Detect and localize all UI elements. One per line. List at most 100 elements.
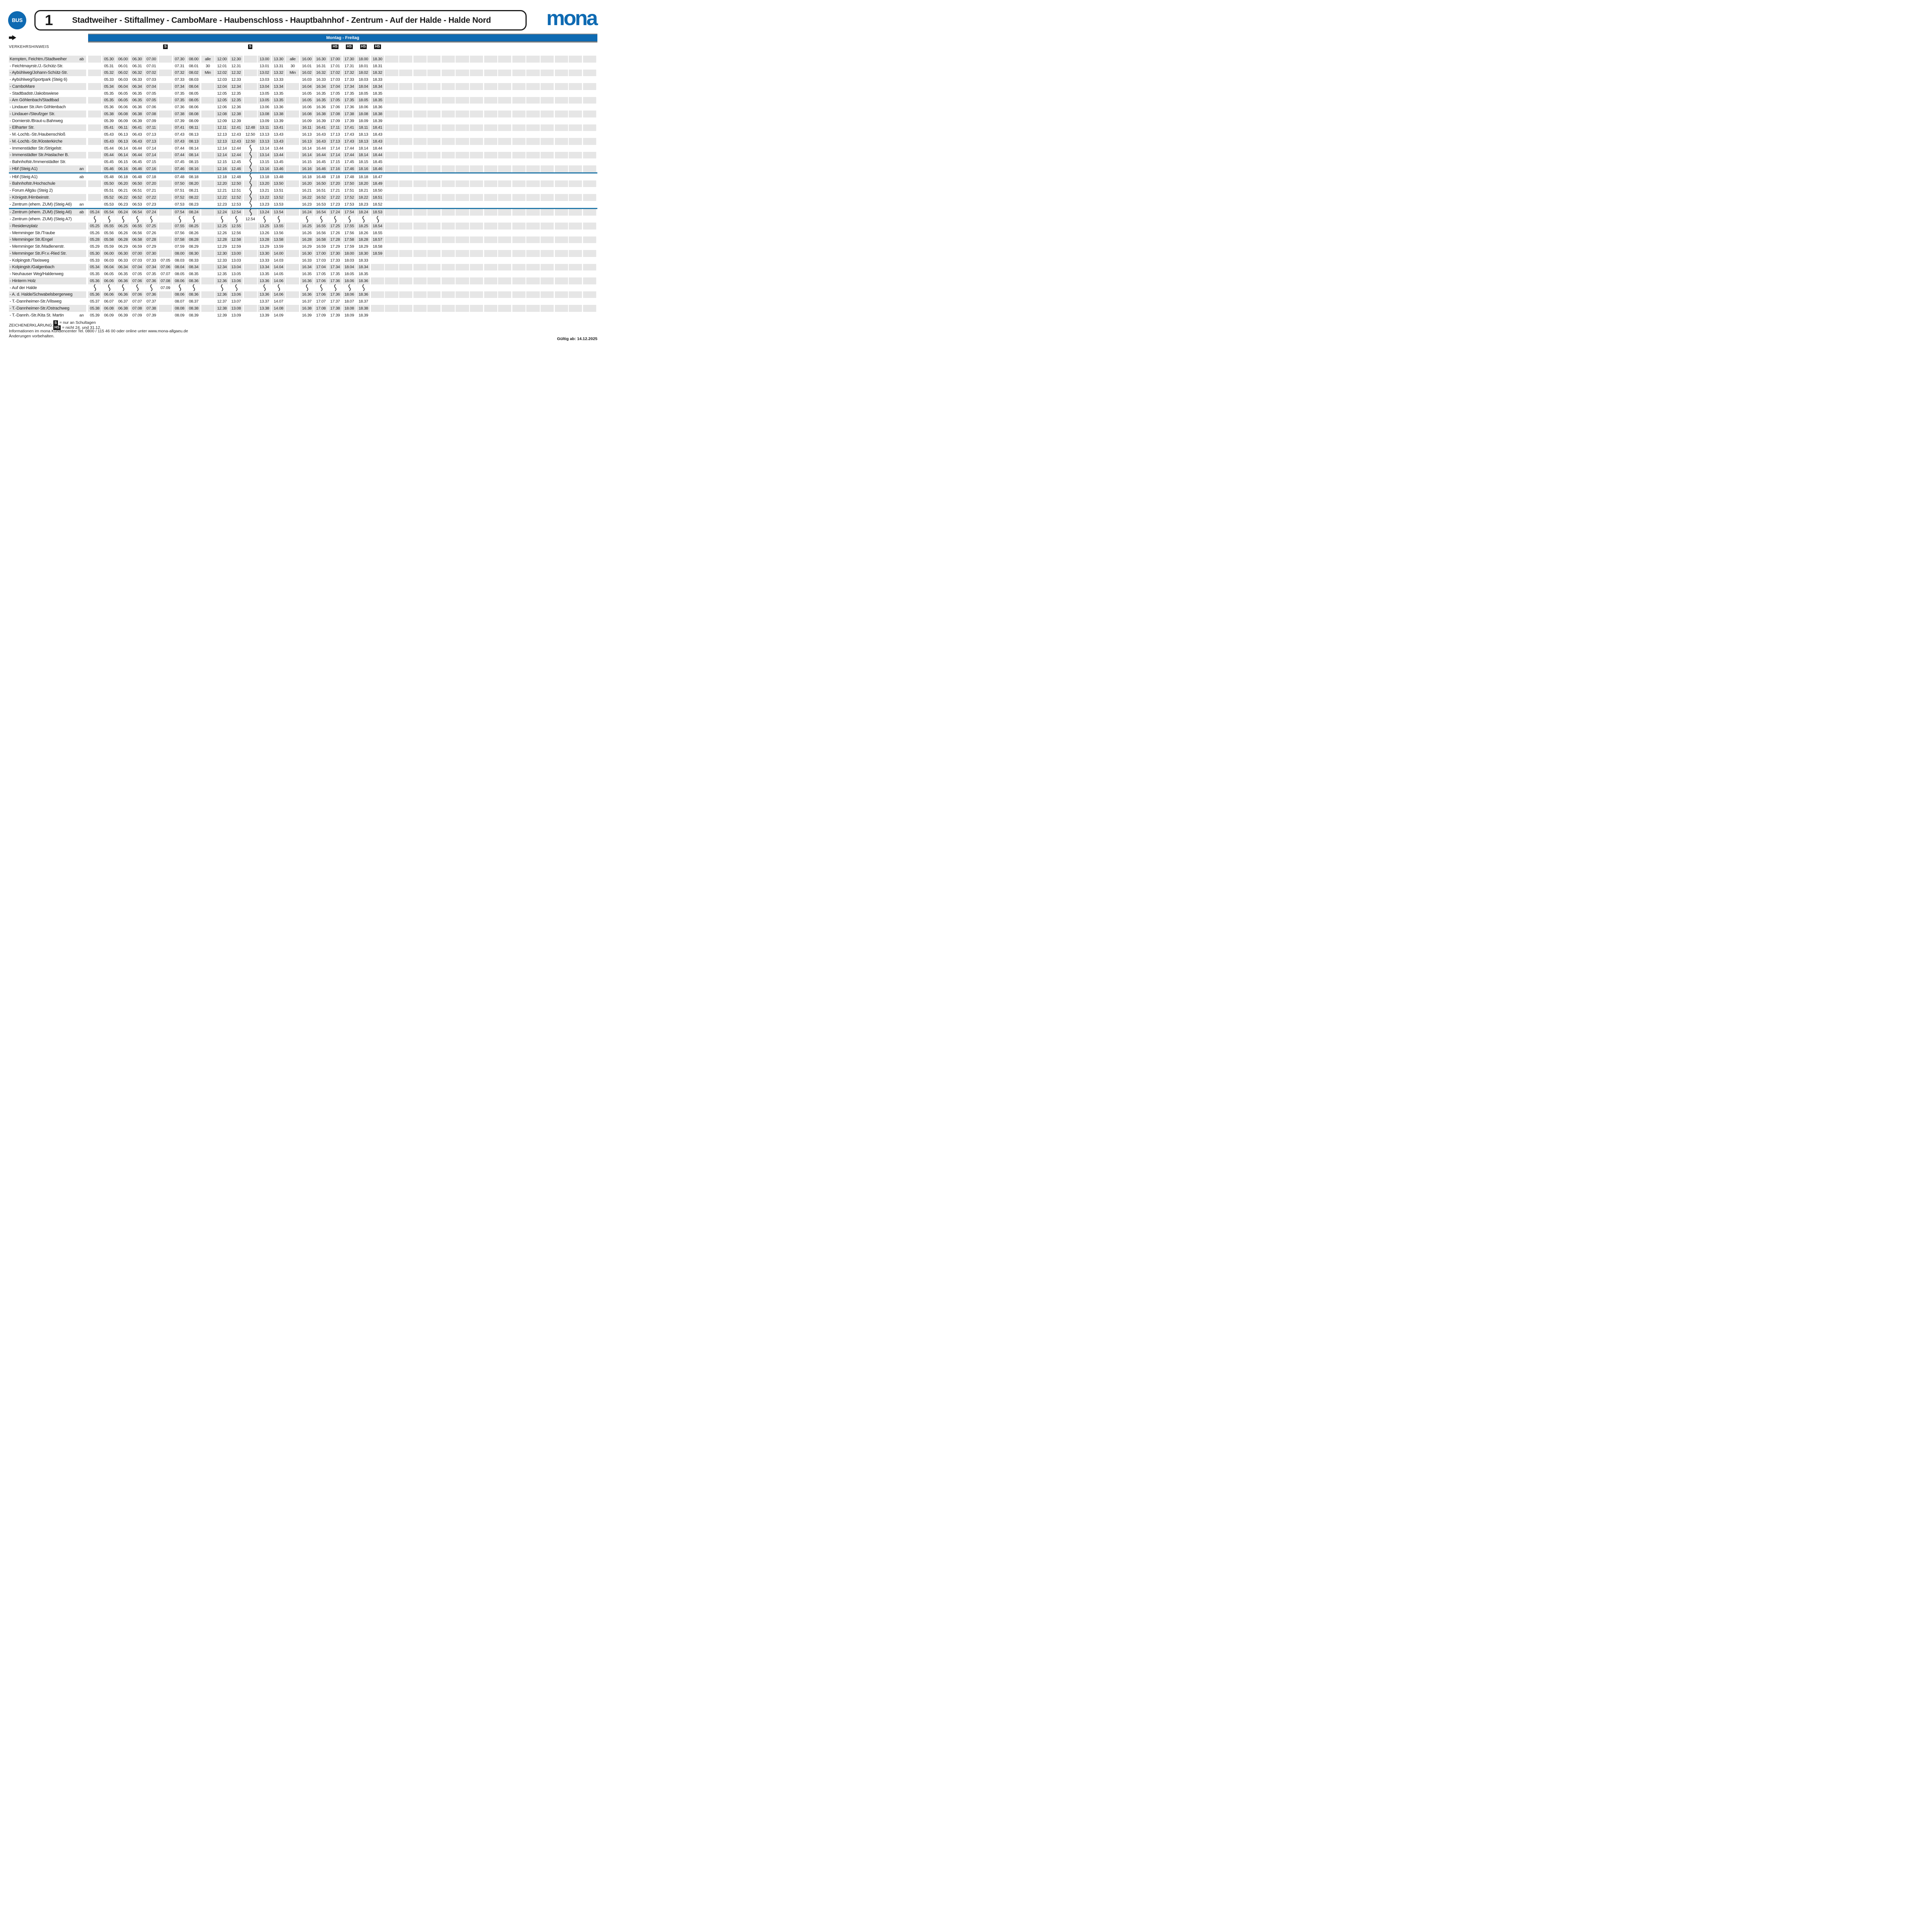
time-cell: 07.37	[145, 298, 158, 305]
empty-cell	[399, 76, 412, 83]
time-cell: 05.29	[88, 243, 101, 250]
time-cell: 13.05	[258, 97, 271, 104]
empty-cell	[159, 97, 172, 104]
empty-cell	[583, 312, 596, 319]
time-cell: 16.44	[315, 145, 328, 152]
time-cell: alle	[201, 56, 214, 63]
empty-cell	[512, 236, 526, 243]
time-cell: 07.25	[145, 223, 158, 230]
time-cell: 16.13	[300, 131, 313, 138]
empty-cell	[385, 180, 398, 187]
empty-cell	[555, 250, 568, 257]
empty-cell	[201, 97, 214, 104]
time-cell: 17.14	[328, 152, 342, 159]
time-cell: 07.06	[145, 104, 158, 111]
time-cell: 18.05	[343, 270, 356, 277]
skip-stop-cell	[300, 284, 313, 291]
time-cell: 16.48	[315, 174, 328, 180]
stop-name-cell: - T.-Dannh.-Str./Kita St. Martinan	[9, 312, 86, 319]
time-cell: 13.46	[272, 165, 285, 172]
empty-cell	[286, 257, 299, 264]
empty-cell	[456, 201, 469, 208]
empty-cell	[427, 138, 440, 145]
empty-cell	[442, 152, 455, 159]
empty-cell	[201, 174, 214, 180]
time-cell: 07.30	[145, 250, 158, 257]
empty-cell	[512, 90, 526, 97]
empty-cell	[555, 223, 568, 230]
empty-cell	[286, 152, 299, 159]
empty-cell	[484, 201, 497, 208]
time-cell: 07.13	[145, 131, 158, 138]
table-row: - CamboMare05.3406.0406.3407.0407.3408.0…	[9, 83, 597, 90]
empty-cell	[399, 257, 412, 264]
time-cell: 13.01	[258, 63, 271, 70]
time-cell: 06.34	[116, 264, 129, 271]
empty-cell	[512, 174, 526, 180]
skip-stop-cell	[88, 284, 101, 291]
empty-cell	[498, 63, 511, 70]
time-cell: 16.14	[300, 145, 313, 152]
time-cell: 06.29	[116, 243, 129, 250]
empty-cell	[385, 230, 398, 236]
empty-cell	[456, 223, 469, 230]
time-cell: 13.51	[272, 187, 285, 194]
empty-cell	[526, 250, 539, 257]
time-cell: 18.04	[343, 264, 356, 271]
table-row: - Hbf (Steig A1)an05.4606.1606.4607.1607…	[9, 165, 597, 172]
table-row: - M.-Lochb.-Str./Klosterkirche05.4306.13…	[9, 138, 597, 145]
time-cell: 18.26	[357, 230, 370, 236]
time-cell: 18.46	[371, 165, 384, 172]
empty-cell	[569, 270, 582, 277]
empty-cell	[498, 111, 511, 117]
empty-cell	[569, 165, 582, 172]
time-cell: 05.43	[102, 138, 116, 145]
empty-cell	[413, 270, 427, 277]
time-cell: 17.23	[328, 201, 342, 208]
empty-cell	[498, 194, 511, 201]
time-cell: 18.23	[357, 201, 370, 208]
empty-cell	[88, 201, 101, 208]
empty-cell	[244, 97, 257, 104]
time-cell: 08.13	[187, 138, 200, 145]
empty-cell	[526, 209, 539, 216]
empty-cell	[88, 124, 101, 131]
time-cell: 16.33	[315, 76, 328, 83]
table-row: - Neuhauser Weg/Haldenweg05.3506.0506.35…	[9, 270, 597, 277]
empty-cell	[484, 270, 497, 277]
time-cell: 05.30	[102, 56, 116, 63]
empty-cell	[555, 117, 568, 124]
time-cell: 17.18	[328, 174, 342, 180]
time-cell: 13.38	[258, 305, 271, 312]
time-cell: 08.08	[187, 111, 200, 117]
empty-cell	[555, 305, 568, 312]
time-cell: 06.31	[131, 63, 144, 70]
stop-name: - Ellharter Str.	[10, 125, 34, 130]
time-cell: 07.05	[159, 257, 172, 264]
empty-cell	[498, 83, 511, 90]
time-cell: 12.21	[215, 187, 228, 194]
time-cell: 13.16	[258, 165, 271, 172]
line-number: 1	[45, 13, 53, 28]
empty-cell	[385, 145, 398, 152]
time-cell: 05.52	[102, 194, 116, 201]
empty-cell	[385, 243, 398, 250]
time-cell: 18.36	[357, 277, 370, 284]
time-cell: 12.59	[230, 243, 243, 250]
stop-name-cell: - Hbf (Steig A1)an	[9, 165, 86, 172]
time-cell: 08.33	[187, 257, 200, 264]
empty-cell	[201, 90, 214, 97]
empty-cell	[498, 70, 511, 77]
empty-cell	[555, 104, 568, 111]
time-cell: 17.22	[328, 194, 342, 201]
time-cell: 17.39	[343, 117, 356, 124]
time-cell: 12.38	[215, 305, 228, 312]
time-cell: 12.37	[215, 298, 228, 305]
time-cell: 07.33	[173, 76, 186, 83]
empty-cell	[286, 124, 299, 131]
empty-cell	[512, 216, 526, 223]
stop-name: - Hinterm Holz	[10, 279, 36, 283]
empty-cell	[88, 97, 101, 104]
empty-cell	[159, 117, 172, 124]
time-cell: 07.34	[145, 264, 158, 271]
